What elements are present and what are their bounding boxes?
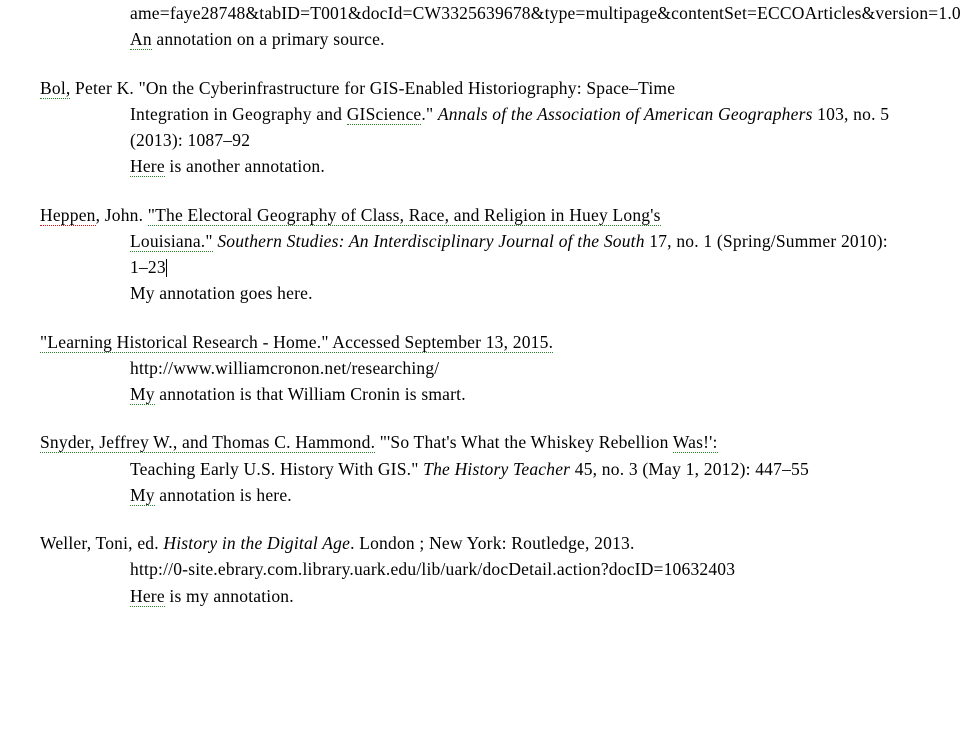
citation-url: ame=faye28748&tabID=T001&docId=CW3325639… — [130, 0, 900, 26]
annotation-line: Here is another annotation. — [130, 153, 900, 179]
annotation-text: annotation on a primary source. — [152, 29, 385, 49]
bib-entry: Heppen, John. "The Electoral Geography o… — [40, 202, 900, 307]
bib-entry: Weller, Toni, ed. History in the Digital… — [40, 530, 900, 609]
annotation-line: My annotation is that William Cronin is … — [130, 381, 900, 407]
citation-url: http://0-site.ebrary.com.library.uark.ed… — [130, 556, 900, 582]
text-cursor — [166, 259, 167, 277]
journal-title: Annals of the Association of American Ge… — [438, 104, 813, 124]
author-name: Snyder, Jeffrey W., and Thomas C. Hammon… — [40, 432, 375, 453]
journal-title: The History Teacher — [423, 459, 570, 479]
bib-entry: ame=faye28748&tabID=T001&docId=CW3325639… — [40, 0, 900, 53]
bib-entry: "Learning Historical Research - Home." A… — [40, 329, 900, 408]
annotation-text: is another annotation. — [165, 156, 325, 176]
book-title: History in the Digital Age — [163, 533, 350, 553]
author-name: Bol, — [40, 78, 70, 99]
article-title: "Learning Historical Research - Home." A… — [40, 332, 553, 353]
annotation-word: Here — [130, 586, 165, 607]
annotation-word: Here — [130, 156, 165, 177]
bibliography-page: ame=faye28748&tabID=T001&docId=CW3325639… — [0, 0, 960, 671]
citation-url: http://www.williamcronon.net/researching… — [130, 355, 900, 381]
annotation-word: An — [130, 29, 152, 50]
annotation-line: An annotation on a primary source. — [130, 26, 900, 52]
author-name: Heppen — [40, 205, 96, 226]
annotation-word: My — [130, 485, 155, 506]
annotation-text: annotation is that William Cronin is sma… — [155, 384, 466, 404]
bib-entry: Snyder, Jeffrey W., and Thomas C. Hammon… — [40, 429, 900, 508]
annotation-text: annotation is here. — [155, 485, 292, 505]
journal-title: Southern Studies: An Interdisciplinary J… — [217, 231, 644, 251]
bib-entry: Bol, Peter K. "On the Cyberinfrastructur… — [40, 75, 900, 180]
citation-text: Integration in Geography and GIScience."… — [130, 101, 900, 154]
annotation-line: My annotation goes here. — [130, 280, 900, 306]
annotation-word: My — [130, 384, 155, 405]
annotation-line: My annotation is here. — [130, 482, 900, 508]
annotation-text: is my annotation. — [165, 586, 294, 606]
article-title: "The Electoral Geography of Class, Race,… — [148, 205, 661, 226]
annotation-line: Here is my annotation. — [130, 583, 900, 609]
citation-text: Peter K. "On the Cyberinfrastructure for… — [70, 78, 675, 98]
